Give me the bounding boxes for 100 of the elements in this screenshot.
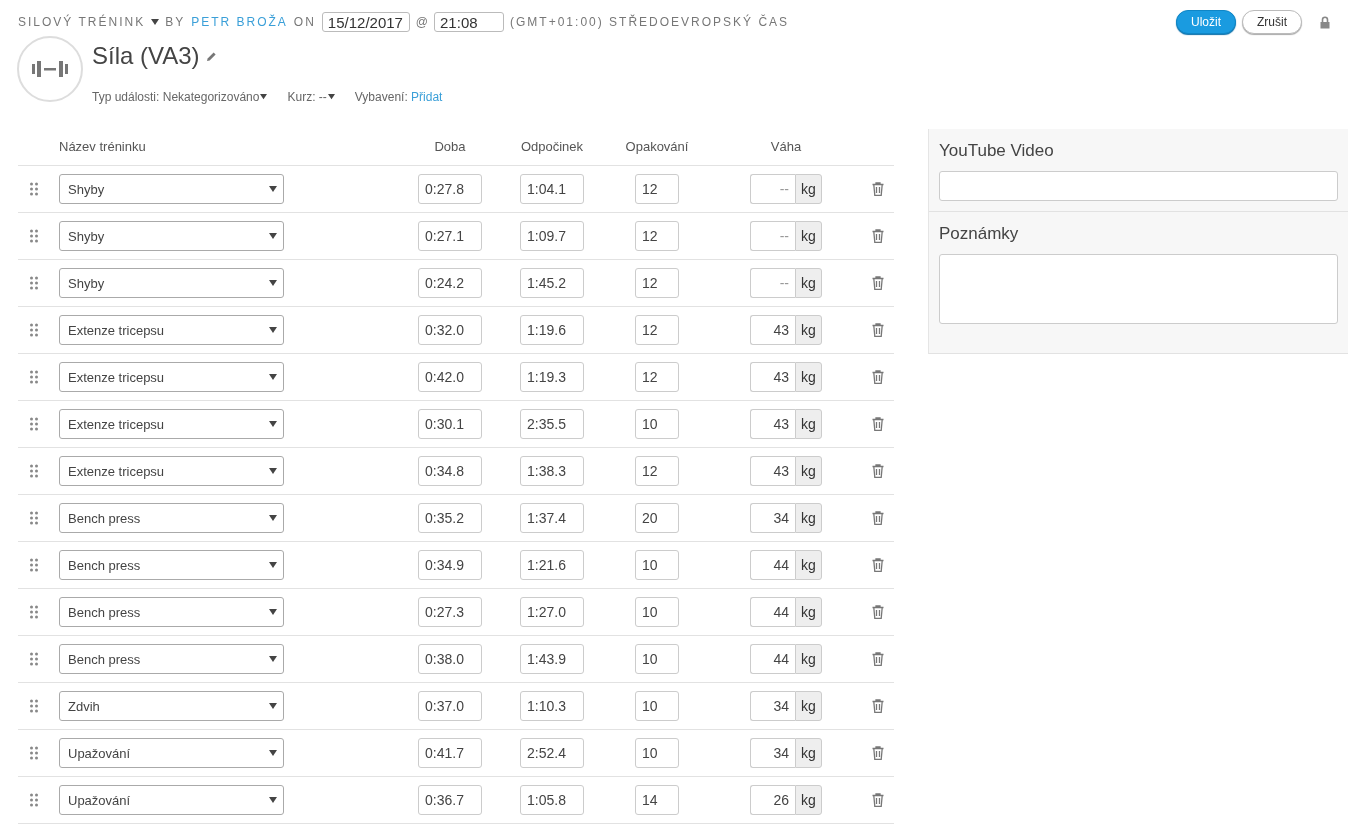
exercise-dropdown[interactable]: Shyby [59,268,284,298]
caret-icon[interactable] [269,327,277,333]
weight-field[interactable]: 44 [750,644,795,674]
caret-icon[interactable] [269,421,277,427]
weight-field[interactable]: 34 [750,691,795,721]
caret-icon[interactable] [269,750,277,756]
reps-field[interactable]: 10 [635,409,679,439]
rest-field[interactable]: 1:04.1 [520,174,584,204]
weight-field[interactable]: 44 [750,597,795,627]
exercise-dropdown[interactable]: Bench press [59,644,284,674]
caret-icon[interactable] [269,515,277,521]
caret-icon[interactable] [269,374,277,380]
caret-icon[interactable] [269,186,277,192]
trash-icon[interactable] [872,558,884,572]
drag-handle-icon[interactable] [30,558,38,572]
weight-field[interactable]: 43 [750,409,795,439]
weight-field[interactable]: 43 [750,456,795,486]
rest-field[interactable]: 2:52.4 [520,738,584,768]
caret-icon[interactable] [269,468,277,474]
reps-field[interactable]: 20 [635,503,679,533]
trash-icon[interactable] [872,464,884,478]
duration-field[interactable]: 0:27.8 [418,174,482,204]
youtube-url-field[interactable] [939,171,1338,201]
weight-field[interactable]: 34 [750,503,795,533]
drag-handle-icon[interactable] [30,652,38,666]
rest-field[interactable]: 2:35.5 [520,409,584,439]
duration-field[interactable]: 0:34.8 [418,456,482,486]
duration-field[interactable]: 0:27.3 [418,597,482,627]
rest-field[interactable]: 1:37.4 [520,503,584,533]
trash-icon[interactable] [872,276,884,290]
weight-field[interactable]: -- [750,268,795,298]
weight-field[interactable]: 43 [750,315,795,345]
time-field[interactable]: 21:08 [434,12,505,32]
trash-icon[interactable] [872,417,884,431]
duration-field[interactable]: 0:42.0 [418,362,482,392]
weight-field[interactable]: 26 [750,785,795,815]
reps-field[interactable]: 12 [635,221,679,251]
course-dropdown[interactable]: Kurz: -- [287,90,335,104]
weight-field[interactable]: 44 [750,550,795,580]
exercise-dropdown[interactable]: Extenze tricepsu [59,362,284,392]
drag-handle-icon[interactable] [30,746,38,760]
rest-field[interactable]: 1:19.6 [520,315,584,345]
exercise-dropdown[interactable]: Upažování [59,785,284,815]
duration-field[interactable]: 0:34.9 [418,550,482,580]
reps-field[interactable]: 10 [635,644,679,674]
duration-field[interactable]: 0:27.1 [418,221,482,251]
date-field[interactable]: 15/12/2017 [321,12,410,32]
lock-icon[interactable] [1320,15,1330,29]
exercise-dropdown[interactable]: Bench press [59,597,284,627]
trash-icon[interactable] [872,511,884,525]
rest-field[interactable]: 1:38.3 [520,456,584,486]
rest-field[interactable]: 1:27.0 [520,597,584,627]
rest-field[interactable]: 1:45.2 [520,268,584,298]
rest-field[interactable]: 1:19.3 [520,362,584,392]
exercise-dropdown[interactable]: Shyby [59,174,284,204]
pencil-icon[interactable] [205,50,217,62]
caret-icon[interactable] [269,609,277,615]
caret-icon[interactable] [269,703,277,709]
exercise-dropdown[interactable]: Upažování [59,738,284,768]
drag-handle-icon[interactable] [30,699,38,713]
reps-field[interactable]: 10 [635,738,679,768]
cancel-button[interactable]: Zrušit [1242,10,1302,34]
drag-handle-icon[interactable] [30,793,38,807]
duration-field[interactable]: 0:35.2 [418,503,482,533]
trash-icon[interactable] [872,605,884,619]
weight-field[interactable]: -- [750,174,795,204]
reps-field[interactable]: 10 [635,691,679,721]
exercise-dropdown[interactable]: Shyby [59,221,284,251]
notes-field[interactable] [939,254,1338,324]
duration-field[interactable]: 0:41.7 [418,738,482,768]
duration-field[interactable]: 0:32.0 [418,315,482,345]
rest-field[interactable]: 1:10.3 [520,691,584,721]
exercise-dropdown[interactable]: Extenze tricepsu [59,456,284,486]
drag-handle-icon[interactable] [30,417,38,431]
exercise-dropdown[interactable]: Extenze tricepsu [59,315,284,345]
drag-handle-icon[interactable] [30,511,38,525]
exercise-dropdown[interactable]: Bench press [59,503,284,533]
exercise-dropdown[interactable]: Extenze tricepsu [59,409,284,439]
reps-field[interactable]: 14 [635,785,679,815]
drag-handle-icon[interactable] [30,182,38,196]
trash-icon[interactable] [872,370,884,384]
rest-field[interactable]: 1:21.6 [520,550,584,580]
rest-field[interactable]: 1:05.8 [520,785,584,815]
weight-field[interactable]: -- [750,221,795,251]
exercise-dropdown[interactable]: Zdvih [59,691,284,721]
duration-field[interactable]: 0:37.0 [418,691,482,721]
caret-icon[interactable] [269,562,277,568]
caret-icon[interactable] [327,94,335,100]
reps-field[interactable]: 12 [635,362,679,392]
rest-field[interactable]: 1:43.9 [520,644,584,674]
duration-field[interactable]: 0:24.2 [418,268,482,298]
caret-icon[interactable] [260,94,268,100]
caret-icon[interactable] [269,280,277,286]
drag-handle-icon[interactable] [30,464,38,478]
trash-icon[interactable] [872,229,884,243]
caret-icon[interactable] [151,19,160,25]
reps-field[interactable]: 12 [635,268,679,298]
caret-icon[interactable] [269,233,277,239]
trash-icon[interactable] [872,699,884,713]
drag-handle-icon[interactable] [30,276,38,290]
